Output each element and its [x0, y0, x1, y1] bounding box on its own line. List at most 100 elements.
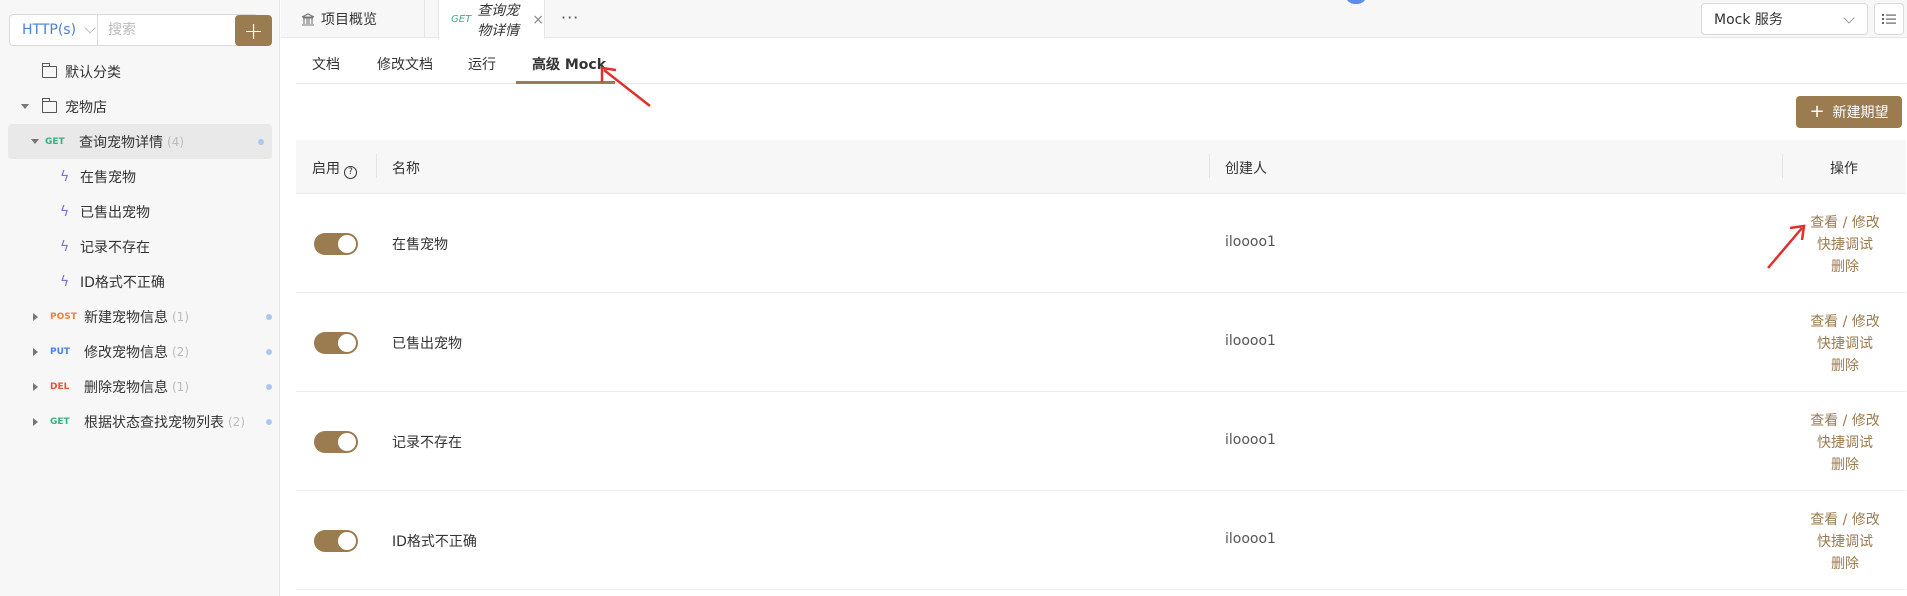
tree-item-label: 宠物店 [65, 99, 107, 116]
row-actions: 查看 / 修改 快捷调试 删除 [1810, 509, 1880, 575]
creator-name: iloooo1 [1225, 333, 1276, 349]
protocol-select[interactable]: HTTP(s) [9, 14, 97, 46]
mock-service-select[interactable]: Mock 服务 [1701, 3, 1868, 35]
caret-right-icon[interactable] [33, 382, 38, 391]
more-tabs-icon[interactable]: ··· [561, 8, 579, 27]
enable-toggle[interactable] [314, 431, 358, 453]
quick-debug-link[interactable]: 快捷调试 [1810, 234, 1880, 256]
delete-link[interactable]: 删除 [1810, 553, 1880, 575]
mock-expectation-table: 启用? 名称 创建人 操作 在售宠物 iloooo1 查看 / 修改 快捷调试 … [296, 140, 1906, 590]
method-badge: DEL [50, 381, 70, 392]
menu-list-button[interactable] [1874, 3, 1904, 35]
tab-advanced-mock[interactable]: 高级 Mock [532, 54, 606, 74]
tab-project-overview[interactable]: 项目概览 [281, 0, 425, 38]
view-edit-link[interactable]: 查看 / 修改 [1810, 311, 1880, 333]
tree-folder-petstore[interactable]: 宠物店 [0, 89, 280, 124]
column-divider [376, 154, 377, 178]
tab-doc[interactable]: 文档 [312, 54, 340, 74]
tree-item-label: ID格式不正确 [80, 274, 165, 291]
delete-link[interactable]: 删除 [1810, 355, 1880, 377]
quick-debug-link[interactable]: 快捷调试 [1810, 531, 1880, 553]
tree-mock-item[interactable]: ϟ 已售出宠物 [0, 194, 280, 229]
tab-run[interactable]: 运行 [468, 54, 496, 74]
status-dot [266, 348, 272, 355]
toggle-knob [338, 532, 356, 550]
row-actions: 查看 / 修改 快捷调试 删除 [1810, 311, 1880, 377]
caret-right-icon[interactable] [33, 417, 38, 426]
caret-down-icon[interactable] [31, 139, 39, 144]
view-edit-link[interactable]: 查看 / 修改 [1810, 410, 1880, 432]
enable-toggle[interactable] [314, 332, 358, 354]
status-dot [266, 313, 272, 320]
mock-count: (4) [167, 134, 184, 149]
tab-get-pet-detail[interactable]: GET 查询宠物详情 × [438, 0, 545, 39]
creator-name: iloooo1 [1225, 234, 1276, 250]
column-divider [1782, 154, 1783, 178]
tree-item-label: 在售宠物 [80, 169, 136, 186]
quick-debug-link[interactable]: 快捷调试 [1810, 333, 1880, 355]
view-edit-link[interactable]: 查看 / 修改 [1810, 212, 1880, 234]
tree-mock-item[interactable]: ϟ 在售宠物 [0, 159, 280, 194]
sub-tab-bar: 文档 修改文档 运行 高级 Mock [296, 44, 1906, 84]
tree-item-label: 新建宠物信息 [84, 309, 168, 326]
mock-count: (2) [228, 414, 245, 429]
table-row: 已售出宠物 iloooo1 查看 / 修改 快捷调试 删除 [296, 293, 1906, 392]
tree-mock-item[interactable]: ϟ ID格式不正确 [0, 264, 280, 299]
view-edit-link[interactable]: 查看 / 修改 [1810, 509, 1880, 531]
caret-right-icon[interactable] [33, 347, 38, 356]
folder-open-icon [42, 97, 57, 113]
quick-debug-link[interactable]: 快捷调试 [1810, 432, 1880, 454]
tree-api-del-delete-pet[interactable]: DEL 删除宠物信息 (1) [0, 369, 280, 404]
expectation-name: ID格式不正确 [392, 534, 477, 550]
toggle-knob [338, 433, 356, 451]
enable-toggle[interactable] [314, 530, 358, 552]
tree-item-label: 已售出宠物 [80, 204, 150, 221]
method-badge: GET [45, 136, 65, 147]
tab-edit-doc[interactable]: 修改文档 [377, 54, 433, 74]
bank-icon [301, 12, 315, 26]
table-row: ID格式不正确 iloooo1 查看 / 修改 快捷调试 删除 [296, 491, 1906, 590]
search-input[interactable] [97, 14, 258, 46]
caret-right-icon[interactable] [33, 312, 38, 321]
delete-link[interactable]: 删除 [1810, 454, 1880, 476]
tree-api-post-create-pet[interactable]: POST 新建宠物信息 (1) [0, 299, 280, 334]
delete-link[interactable]: 删除 [1810, 256, 1880, 278]
method-badge: GET [50, 416, 70, 427]
status-indicator-icon [1345, 0, 1367, 4]
new-expectation-button[interactable]: + 新建期望 [1796, 96, 1902, 128]
table-header: 启用? 名称 创建人 操作 [296, 140, 1906, 194]
caret-down-icon[interactable] [21, 104, 29, 109]
table-row: 记录不存在 iloooo1 查看 / 修改 快捷调试 删除 [296, 392, 1906, 491]
search-row: HTTP(s) [9, 14, 258, 46]
creator-name: iloooo1 [1225, 531, 1276, 547]
add-button[interactable]: + [235, 15, 272, 46]
tree-item-label: 删除宠物信息 [84, 379, 168, 396]
tree-folder-default[interactable]: 默认分类 [0, 54, 280, 89]
tree-api-put-update-pet[interactable]: PUT 修改宠物信息 (2) [0, 334, 280, 369]
help-icon[interactable]: ? [344, 166, 357, 179]
tree-mock-item[interactable]: ϟ 记录不存在 [0, 229, 280, 264]
enable-toggle[interactable] [314, 233, 358, 255]
expectation-name: 在售宠物 [392, 237, 448, 253]
column-divider [1209, 154, 1210, 178]
mock-select-label: Mock 服务 [1714, 12, 1783, 28]
tree-item-label: 记录不存在 [80, 239, 150, 256]
status-dot [258, 138, 264, 145]
toggle-knob [338, 235, 356, 253]
tree-item-label: 默认分类 [65, 64, 121, 81]
tree-item-label: 查询宠物详情 [79, 134, 163, 151]
mock-count: (1) [172, 379, 189, 394]
header-creator: 创建人 [1225, 161, 1267, 177]
folder-icon [42, 62, 57, 78]
tree-api-get-pets-by-status[interactable]: GET 根据状态查找宠物列表 (2) [0, 404, 280, 439]
lightning-icon: ϟ [60, 238, 70, 255]
tree-api-get-pet-detail[interactable]: GET 查询宠物详情 (4) [8, 124, 272, 159]
mock-count: (2) [172, 344, 189, 359]
status-dot [266, 418, 272, 425]
close-icon[interactable]: × [532, 12, 544, 28]
table-row: 在售宠物 iloooo1 查看 / 修改 快捷调试 删除 [296, 194, 1906, 293]
toggle-knob [338, 334, 356, 352]
lightning-icon: ϟ [60, 273, 70, 290]
chevron-down-icon [84, 22, 96, 34]
row-actions: 查看 / 修改 快捷调试 删除 [1810, 410, 1880, 476]
